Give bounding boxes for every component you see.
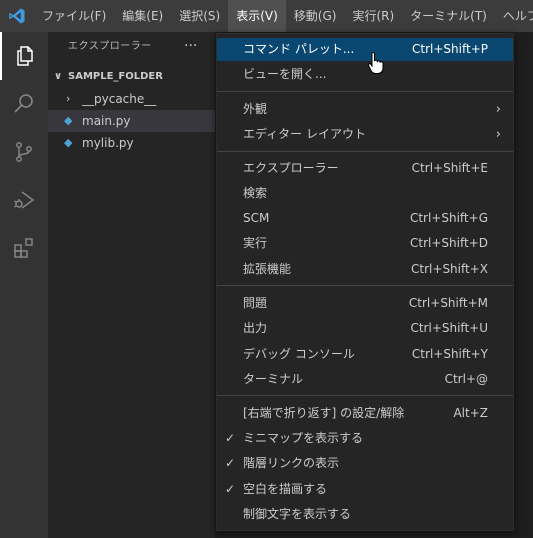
tree-item-label: main.py (82, 114, 131, 128)
menu-item-shortcut: Ctrl+Shift+D (410, 236, 488, 250)
menu-go[interactable]: 移動(G) (286, 0, 345, 32)
menu-item-shortcut: Ctrl+@ (444, 372, 488, 386)
menu-editor-layout[interactable]: エディター レイアウト › (217, 123, 513, 146)
menu-file[interactable]: ファイル(F) (34, 0, 114, 32)
vscode-logo-icon (9, 8, 25, 24)
menu-item-shortcut: Ctrl+Shift+P (412, 42, 488, 56)
menu-bar: ファイル(F) 編集(E) 選択(S) 表示(V) 移動(G) 実行(R) ター… (34, 0, 533, 32)
chevron-right-icon: › (66, 92, 71, 105)
menu-output[interactable]: 出力 Ctrl+Shift+U (217, 317, 513, 340)
check-icon: ✓ (225, 482, 236, 496)
menu-item-label: 拡張機能 (243, 262, 292, 276)
menu-item-shortcut: Ctrl+Shift+E (411, 161, 488, 175)
tree-item-main-py[interactable]: ◆ main.py (48, 110, 215, 132)
menu-item-label: 問題 (243, 296, 268, 310)
menu-item-shortcut: Ctrl+Shift+M (408, 296, 488, 310)
menu-item-shortcut: Alt+Z (453, 406, 488, 420)
tree-item-pycache[interactable]: › __pycache__ (48, 88, 215, 110)
menu-item-shortcut: Ctrl+Shift+X (411, 262, 488, 276)
explorer-sidebar: エクスプローラー ··· ∨ SAMPLE_FOLDER › __pycache… (48, 32, 215, 538)
python-file-icon: ◆ (64, 136, 73, 149)
menu-item-label: エディター レイアウト (243, 127, 366, 141)
menu-item-label: ミニマップを表示する (243, 431, 364, 445)
menu-item-label: 外観 (243, 102, 268, 116)
menu-edit[interactable]: 編集(E) (114, 0, 171, 32)
menu-item-label: 空白を描画する (243, 482, 328, 496)
folder-header[interactable]: ∨ SAMPLE_FOLDER (48, 66, 215, 88)
menu-item-label: 検索 (243, 186, 268, 200)
activity-bar (0, 32, 48, 538)
menu-separator (217, 151, 513, 152)
tree-item-label: __pycache__ (82, 92, 157, 106)
tree-item-label: mylib.py (82, 136, 134, 150)
submenu-arrow-icon: › (495, 127, 501, 142)
menu-run[interactable]: 実行(R) (344, 0, 402, 32)
menu-terminal[interactable]: ターミナル Ctrl+@ (217, 368, 513, 391)
source-control-icon[interactable] (0, 128, 48, 176)
menu-item-label: [右端で折り返す] の設定/解除 (243, 406, 405, 420)
menu-item-label: SCM (243, 211, 270, 225)
menu-run[interactable]: 実行 Ctrl+Shift+D (217, 232, 513, 255)
check-icon: ✓ (225, 431, 236, 445)
search-icon[interactable] (0, 80, 48, 128)
menu-extensions[interactable]: 拡張機能 Ctrl+Shift+X (217, 258, 513, 281)
python-file-icon: ◆ (64, 114, 73, 127)
chevron-down-icon: ∨ (54, 71, 63, 82)
submenu-arrow-icon: › (495, 102, 501, 117)
hand-cursor-icon (367, 51, 384, 74)
menu-item-label: 出力 (243, 321, 268, 335)
menu-debug-console[interactable]: デバッグ コンソール Ctrl+Shift+Y (217, 343, 513, 366)
menu-problems[interactable]: 問題 Ctrl+Shift+M (217, 292, 513, 315)
menu-search[interactable]: 検索 (217, 182, 513, 205)
menu-item-label: エクスプローラー (243, 161, 339, 175)
extensions-icon[interactable] (0, 224, 48, 272)
menu-item-shortcut: Ctrl+Shift+Y (411, 347, 488, 361)
menu-render-whitespace[interactable]: ✓ 空白を描画する (217, 478, 513, 501)
menu-selection[interactable]: 選択(S) (171, 0, 228, 32)
menu-explorer[interactable]: エクスプローラー Ctrl+Shift+E (217, 157, 513, 180)
menu-separator (217, 395, 513, 396)
more-actions-icon[interactable]: ··· (184, 32, 197, 62)
menu-scm[interactable]: SCM Ctrl+Shift+G (217, 207, 513, 230)
menu-open-view[interactable]: ビューを開く... (217, 63, 513, 86)
menu-item-label: 実行 (243, 236, 268, 250)
menu-item-label: 階層リンクの表示 (243, 456, 340, 470)
menu-help[interactable]: ヘルプ(H) (495, 0, 533, 32)
menu-separator (217, 91, 513, 92)
files-icon[interactable] (0, 32, 48, 80)
menu-item-label: 制御文字を表示する (243, 507, 352, 521)
run-debug-icon[interactable] (0, 176, 48, 224)
folder-label: SAMPLE_FOLDER (68, 71, 163, 82)
check-icon: ✓ (225, 456, 236, 470)
menu-appearance[interactable]: 外観 › (217, 98, 513, 121)
title-bar: ファイル(F) 編集(E) 選択(S) 表示(V) 移動(G) 実行(R) ター… (0, 0, 533, 32)
menu-show-minimap[interactable]: ✓ ミニマップを表示する (217, 427, 513, 450)
menu-item-shortcut: Ctrl+Shift+U (410, 321, 488, 335)
menu-item-shortcut: Ctrl+Shift+G (409, 211, 488, 225)
menu-render-control-chars[interactable]: 制御文字を表示する (217, 503, 513, 526)
tree-item-mylib-py[interactable]: ◆ mylib.py (48, 132, 215, 154)
menu-toggle-word-wrap[interactable]: [右端で折り返す] の設定/解除 Alt+Z (217, 402, 513, 425)
menu-item-label: コマンド パレット... (243, 42, 355, 56)
menu-item-label: ターミナル (243, 372, 304, 386)
menu-view[interactable]: 表示(V) (228, 0, 286, 32)
menu-terminal[interactable]: ターミナル(T) (402, 0, 495, 32)
menu-command-palette[interactable]: コマンド パレット... Ctrl+Shift+P (217, 38, 513, 61)
explorer-title: エクスプローラー (68, 41, 152, 52)
menu-show-breadcrumbs[interactable]: ✓ 階層リンクの表示 (217, 452, 513, 475)
view-menu-dropdown: コマンド パレット... Ctrl+Shift+P ビューを開く... 外観 ›… (216, 33, 514, 531)
menu-item-label: ビューを開く... (243, 67, 327, 81)
menu-separator (217, 285, 513, 286)
menu-item-label: デバッグ コンソール (243, 347, 355, 361)
